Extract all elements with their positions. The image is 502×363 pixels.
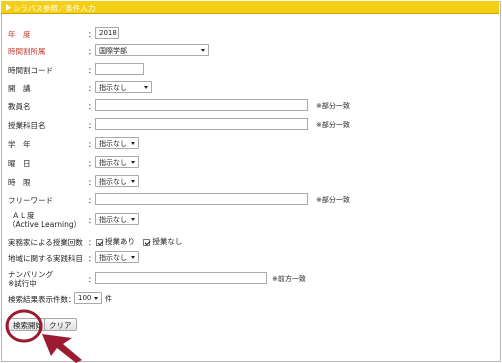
year-label: 年 度	[8, 30, 31, 39]
highlight-circle-icon	[5, 309, 43, 343]
numbering-label-line1: ナンバリング	[8, 270, 53, 279]
row-al: ＡＬ度 （Active Learning） ： 指示なし	[0, 211, 498, 229]
numbering-label: ナンバリング ※試行中	[8, 270, 53, 288]
numbering-field[interactable]	[95, 272, 267, 284]
row-regional: 地域に関する実践科目 ： 指示なし	[0, 251, 498, 265]
numbering-label-line2: ※試行中	[8, 279, 37, 288]
chevron-down-icon	[131, 161, 135, 164]
row-teacher: 教員名 ： ※部分一致	[0, 99, 498, 113]
code-field[interactable]	[95, 63, 144, 75]
weekday-label: 曜 日	[8, 159, 31, 168]
row-timetable: 時間割所属 ： 国際学部	[0, 44, 498, 58]
al-select-value: 指示なし	[99, 216, 127, 224]
teacher-field[interactable]	[95, 99, 308, 111]
practical-options: 授業あり 授業なし	[96, 236, 182, 247]
subject-field[interactable]	[95, 118, 308, 130]
colon: ：	[88, 238, 96, 247]
pointer-arrow-icon	[42, 334, 82, 363]
row-year: 年 度 ： 2018	[0, 27, 498, 41]
row-grade: 学 年 ： 指示なし	[0, 137, 498, 151]
teacher-note: ※部分一致	[316, 102, 350, 110]
row-freeword: フリーワード ： ※部分一致	[0, 193, 498, 207]
year-field[interactable]: 2018	[95, 27, 119, 39]
chevron-down-icon	[131, 180, 135, 183]
chevron-down-icon	[131, 218, 135, 221]
numbering-note: ※前方一致	[272, 275, 306, 283]
grade-select[interactable]: 指示なし	[95, 137, 139, 149]
chevron-down-icon	[131, 142, 135, 145]
code-label: 時間割コード	[8, 66, 53, 75]
al-select[interactable]: 指示なし	[95, 213, 139, 225]
row-subject: 授業科目名 ： ※部分一致	[0, 118, 498, 132]
course-label: 開 講	[8, 84, 31, 93]
al-label-line1: ＡＬ度	[12, 211, 35, 220]
al-label: ＡＬ度 （Active Learning）	[8, 211, 81, 229]
checkbox-with-class[interactable]	[96, 238, 103, 246]
period-select[interactable]: 指示なし	[95, 175, 139, 187]
checkbox-without-class[interactable]	[143, 238, 151, 246]
regional-label: 地域に関する実践科目	[8, 254, 83, 263]
grade-select-value: 指示なし	[99, 140, 127, 148]
grade-label: 学 年	[8, 140, 31, 149]
practical-label: 実務家による授業回数	[8, 238, 83, 247]
subject-note: ※部分一致	[316, 121, 350, 129]
freeword-label: フリーワード	[8, 196, 53, 205]
al-label-line2: （Active Learning）	[8, 220, 82, 229]
row-code: 時間割コード ：	[0, 63, 498, 77]
panel-header: シラバス参照／条件入力	[1, 1, 499, 14]
period-label: 時 限	[8, 178, 31, 187]
timetable-label: 時間割所属	[8, 47, 46, 56]
row-practical: 実務家による授業回数 ： 授業あり 授業なし	[0, 235, 498, 249]
option-without-class-label: 授業なし	[152, 237, 183, 246]
chevron-down-icon	[201, 49, 205, 52]
freeword-field[interactable]	[95, 193, 308, 205]
chevron-down-icon	[144, 86, 148, 89]
option-with-class-label: 授業あり	[105, 237, 135, 246]
panel-title: シラバス参照／条件入力	[13, 4, 96, 13]
timetable-select[interactable]: 国際学部	[95, 44, 209, 56]
triangle-right-icon	[6, 4, 11, 11]
highlight-annotation	[5, 309, 82, 363]
regional-select-value: 指示なし	[99, 254, 127, 262]
chevron-down-icon	[131, 256, 135, 259]
regional-select[interactable]: 指示なし	[95, 251, 139, 263]
course-select[interactable]: 指示なし	[95, 81, 152, 93]
subject-label: 授業科目名	[8, 121, 46, 130]
row-numbering: ナンバリング ※試行中 ： ※前方一致	[0, 270, 498, 288]
row-period: 時 限 ： 指示なし	[0, 175, 498, 189]
row-course: 開 講 ： 指示なし	[0, 81, 498, 95]
course-select-value: 指示なし	[99, 84, 127, 92]
teacher-label: 教員名	[8, 102, 31, 111]
weekday-select-value: 指示なし	[99, 159, 127, 167]
period-select-value: 指示なし	[99, 178, 127, 186]
timetable-select-value: 国際学部	[99, 47, 127, 55]
weekday-select[interactable]: 指示なし	[95, 156, 139, 168]
freeword-note: ※部分一致	[316, 196, 350, 204]
row-weekday: 曜 日 ： 指示なし	[0, 156, 498, 170]
